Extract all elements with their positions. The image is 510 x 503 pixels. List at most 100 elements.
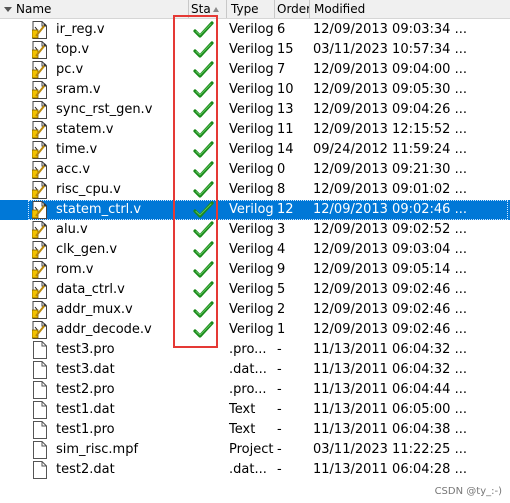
compile-order: 2 [277,302,286,317]
file-type: Project [229,442,274,457]
sort-ascending-icon [212,7,219,12]
file-name: data_ctrl.v [56,282,125,297]
file-type: Verilog [229,22,274,37]
file-row[interactable]: pc.v Verilog 7 12/09/2013 09:04:00 ... [0,60,510,80]
document-icon [32,341,48,359]
modified-date: 12/09/2013 09:02:46 ... [313,322,467,337]
verilog-file-icon [31,141,48,159]
file-name: rom.v [56,262,94,277]
file-row[interactable]: test1.dat Text - 11/13/2011 06:05:00 ... [0,400,510,420]
file-type: Verilog [229,282,274,297]
document-icon [32,401,48,419]
file-name: test3.dat [56,362,115,377]
modified-date: 11/13/2011 06:04:38 ... [313,422,467,437]
file-row[interactable]: ir_reg.v Verilog 6 12/09/2013 09:03:34 ... [0,20,510,40]
modified-date: 09/24/2012 11:59:24 ... [313,142,467,157]
verilog-file-icon [31,281,48,299]
file-name: test2.pro [56,382,115,397]
modified-date: 03/11/2023 11:22:25 ... [313,442,467,457]
chevron-down-icon[interactable] [4,7,12,12]
file-row[interactable]: test2.pro .pro... - 11/13/2011 06:04:44 ... [0,380,510,400]
file-row[interactable]: statem_ctrl.v Verilog 12 12/09/2013 09:02:… [0,200,510,220]
file-name: alu.v [56,222,88,237]
compile-order: 0 [277,162,286,177]
file-row[interactable]: clk_gen.v Verilog 4 12/09/2013 09:03:04 ..… [0,240,510,260]
file-type: Verilog [229,122,274,137]
file-name: test2.dat [56,462,115,477]
file-row[interactable]: statem.v Verilog 11 12/09/2013 12:15:52 ..… [0,120,510,140]
file-name: acc.v [56,162,91,177]
file-row[interactable]: acc.v Verilog 0 12/09/2013 09:21:30 ... [0,160,510,180]
verilog-file-icon [31,201,48,219]
file-row[interactable]: time.v Verilog 14 09/24/2012 11:59:24 ... [0,140,510,160]
modified-column-header[interactable]: Modified [310,0,510,18]
column-header: Name Sta Type Order Modified [0,0,510,19]
compile-order: 5 [277,282,286,297]
file-type: Verilog [229,322,274,337]
compile-order: 8 [277,182,286,197]
name-column-header[interactable]: Name [0,0,189,18]
file-type: .pro... [229,342,267,357]
file-row[interactable]: sim_risc.mpf Project - 03/11/2023 11:22:25 … [0,440,510,460]
file-type: Verilog [229,162,274,177]
file-row[interactable]: sync_rst_gen.v Verilog 13 12/09/2013 09:04… [0,100,510,120]
compile-order: 11 [277,122,294,137]
type-column-header[interactable]: Type [227,0,275,18]
verilog-file-icon [31,321,48,339]
file-row[interactable]: sram.v Verilog 10 12/09/2013 09:05:30 ... [0,80,510,100]
file-type: Verilog [229,262,274,277]
file-name: ir_reg.v [56,22,105,37]
status-highlight-box [173,15,218,348]
document-icon [32,441,48,459]
modified-date: 12/09/2013 09:03:34 ... [313,22,467,37]
file-row[interactable]: addr_decode.v Verilog 1 12/09/2013 09:02:4… [0,320,510,340]
file-name: risc_cpu.v [56,182,121,197]
file-name: sync_rst_gen.v [56,102,153,117]
file-type: Verilog [229,142,274,157]
modified-date: 12/09/2013 09:04:26 ... [313,102,467,117]
modified-date: 12/09/2013 09:05:14 ... [313,262,467,277]
order-column-header[interactable]: Order [275,0,310,18]
compile-order: 12 [277,202,294,217]
file-type: Verilog [229,202,274,217]
file-name: test1.pro [56,422,115,437]
file-type: Verilog [229,182,274,197]
file-name: top.v [56,42,90,57]
modified-date: 12/09/2013 09:01:02 ... [313,182,467,197]
file-row[interactable]: risc_cpu.v Verilog 8 12/09/2013 09:01:02 .… [0,180,510,200]
file-name: clk_gen.v [56,242,118,257]
verilog-file-icon [31,261,48,279]
watermark: CSDN @ty_:-) [434,486,502,497]
verilog-file-icon [31,221,48,239]
compile-order: - [277,402,282,417]
file-row[interactable]: top.v Verilog 15 03/11/2023 10:57:34 ... [0,40,510,60]
file-row[interactable]: test1.pro Text - 11/13/2011 06:04:38 ... [0,420,510,440]
file-type: .pro... [229,382,267,397]
modified-date: 11/13/2011 06:04:32 ... [313,342,467,357]
modified-date: 12/09/2013 09:02:46 ... [313,302,467,317]
compile-order: 1 [277,322,286,337]
file-row[interactable]: addr_mux.v Verilog 2 12/09/2013 09:02:46 .… [0,300,510,320]
file-row[interactable]: test3.pro .pro... - 11/13/2011 06:04:32 ... [0,340,510,360]
compile-order: 15 [277,42,294,57]
file-name: test3.pro [56,342,115,357]
modified-date: 03/11/2023 10:57:34 ... [313,42,467,57]
file-row[interactable]: test2.dat .dat... - 11/13/2011 06:04:28 ... [0,460,510,480]
modified-date: 11/13/2011 06:04:28 ... [313,462,467,477]
compile-order: 6 [277,22,286,37]
file-name: sim_risc.mpf [56,442,139,457]
compile-order: - [277,342,282,357]
file-name: test1.dat [56,402,115,417]
file-row[interactable]: data_ctrl.v Verilog 5 12/09/2013 09:02:46 … [0,280,510,300]
file-row[interactable]: rom.v Verilog 9 12/09/2013 09:05:14 ... [0,260,510,280]
verilog-file-icon [31,81,48,99]
modified-date: 12/09/2013 09:04:00 ... [313,62,467,77]
file-row[interactable]: test3.dat .dat... - 11/13/2011 06:04:32 ... [0,360,510,380]
compile-order: 13 [277,102,294,117]
document-icon [32,361,48,379]
file-type: Verilog [229,242,274,257]
modified-date: 11/13/2011 06:04:44 ... [313,382,467,397]
verilog-file-icon [31,181,48,199]
file-row[interactable]: alu.v Verilog 3 12/09/2013 09:02:52 ... [0,220,510,240]
modified-date: 11/13/2011 06:04:32 ... [313,362,467,377]
